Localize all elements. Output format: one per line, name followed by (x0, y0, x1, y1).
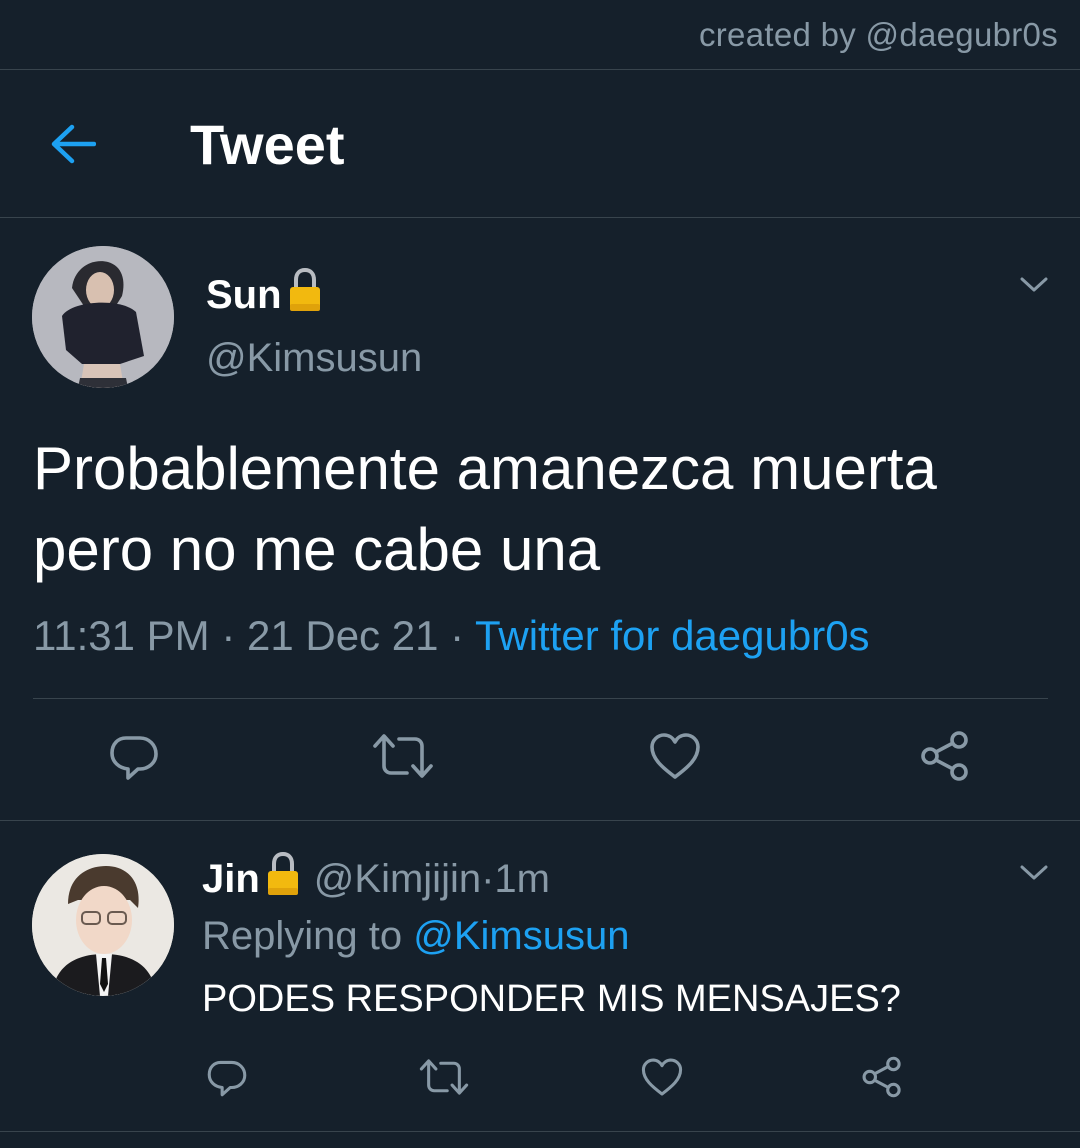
top-app-bar: Tweet (0, 70, 1080, 218)
tweet-actions (0, 718, 1080, 798)
tweet-page: created by @daegubr0s Tweet Sun @Kimsusu… (0, 0, 1080, 1148)
share-button[interactable] (914, 726, 976, 786)
arrow-left-icon (51, 124, 96, 164)
retweet-button[interactable] (370, 726, 436, 786)
tweet-source-link[interactable]: Twitter for daegubr0s (475, 612, 870, 659)
avatar[interactable] (32, 246, 174, 388)
display-name[interactable]: Sun (206, 267, 322, 322)
reply-button[interactable] (104, 726, 164, 786)
main-tweet: Sun @Kimsusun Probablemente amanezca mue… (0, 218, 1080, 821)
page-title: Tweet (190, 113, 345, 176)
tweet-time: 11:31 PM (33, 612, 210, 659)
reply-time: 1m (494, 856, 550, 901)
meta-separator: · (481, 856, 495, 901)
credit-bar: created by @daegubr0s (0, 0, 1080, 70)
retweet-icon (373, 734, 433, 778)
reply-button[interactable] (202, 1052, 252, 1102)
meta-separator: · (209, 612, 247, 659)
user-handle[interactable]: @Kimsusun (206, 336, 422, 381)
like-icon (650, 733, 700, 779)
profile-photo (32, 854, 174, 996)
meta-separator: · (438, 612, 476, 659)
reply-tweet: Jin @Kimjijin · 1m Replying to @Kimsusun… (0, 822, 1080, 1132)
reply-actions (0, 1042, 1080, 1122)
reply-icon (207, 1060, 247, 1097)
replying-prefix: Replying to (202, 914, 414, 958)
tweet-date: 21 Dec 21 (246, 612, 439, 659)
lock-icon (266, 851, 300, 906)
profile-photo (32, 246, 174, 388)
tweet-text: Probablemente amanezca muerta pero no me… (33, 428, 1053, 590)
tweet-meta: 11:31 PM · 21 Dec 21 · Twitter for daegu… (33, 612, 870, 660)
retweet-icon (419, 1059, 469, 1095)
user-handle[interactable]: @Kimjijin (314, 857, 481, 902)
like-button[interactable] (636, 1052, 688, 1102)
display-name[interactable]: Jin (202, 851, 300, 906)
reply-header: Jin @Kimjijin · 1m (202, 851, 550, 906)
reply-text: PODES RESPONDER MIS MENSAJES? (202, 978, 901, 1020)
display-name-text: Jin (202, 856, 260, 901)
like-button[interactable] (644, 726, 706, 786)
share-icon (921, 731, 968, 781)
share-icon (862, 1056, 901, 1098)
divider (33, 698, 1048, 699)
lock-icon (288, 267, 322, 322)
back-button[interactable] (40, 114, 106, 174)
chevron-down-icon[interactable] (1014, 858, 1054, 888)
chevron-down-icon[interactable] (1014, 270, 1054, 300)
reply-icon (110, 736, 158, 780)
display-name-text: Sun (206, 272, 282, 317)
tweet-text-line: pero no me cabe una (33, 516, 601, 583)
like-icon (641, 1058, 683, 1096)
tweet-text-line: Probablemente amanezca muerta (33, 435, 937, 502)
mention-link[interactable]: @Kimsusun (413, 914, 629, 958)
avatar[interactable] (32, 854, 174, 996)
share-button[interactable] (856, 1052, 908, 1102)
replying-to: Replying to @Kimsusun (202, 914, 629, 959)
retweet-button[interactable] (416, 1052, 472, 1102)
credit-text: created by @daegubr0s (698, 16, 1058, 53)
